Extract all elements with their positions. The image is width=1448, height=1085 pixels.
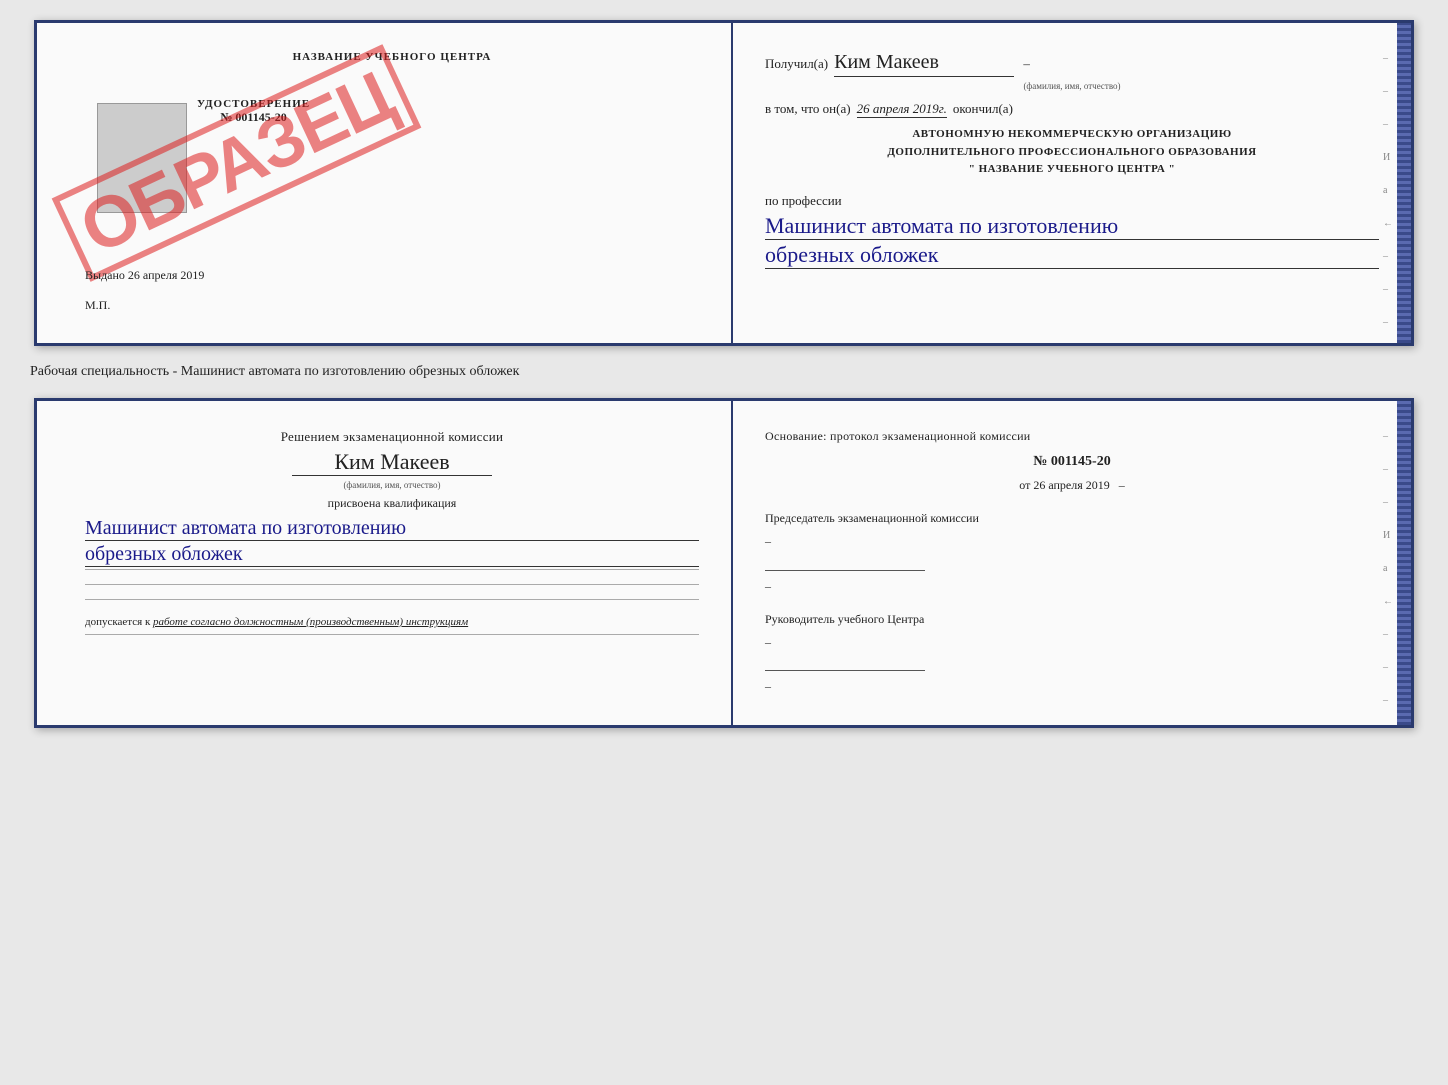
- separator4: [85, 634, 699, 635]
- separator2: [85, 584, 699, 585]
- bottom-name: Ким Макеев: [292, 449, 492, 476]
- certificate-block: УДОСТОВЕРЕНИЕ № 001145-20: [197, 98, 310, 125]
- completion-date: 26 апреля 2019г.: [857, 101, 947, 118]
- osnovanie-text: Основание: протокол экзаменационной коми…: [765, 429, 1379, 444]
- between-label: Рабочая специальность - Машинист автомат…: [20, 364, 519, 380]
- org-line2: ДОПОЛНИТЕЛЬНОГО ПРОФЕССИОНАЛЬНОГО ОБРАЗО…: [765, 144, 1379, 162]
- prisvoena-label: присвоена квалификация: [85, 496, 699, 511]
- vydano-line: Выдано 26 апреля 2019: [85, 268, 204, 283]
- rukovoditel-signature-line: [765, 653, 925, 671]
- resheniyem-text: Решением экзаменационной комиссии: [85, 429, 699, 445]
- bottom-right-panel: –––Иа←––– Основание: протокол экзаменаци…: [733, 401, 1411, 725]
- v-tom-line: в том, что он(а) 26 апреля 2019г. окончи…: [765, 101, 1379, 118]
- rukovoditel-label: Руководитель учебного Центра: [765, 610, 1379, 629]
- separator1: [85, 569, 699, 570]
- ot-date-value: 26 апреля 2019: [1033, 478, 1109, 492]
- top-left-panel: НАЗВАНИЕ УЧЕБНОГО ЦЕНТРА УДОСТОВЕРЕНИЕ №…: [37, 23, 733, 343]
- ot-date: от 26 апреля 2019 –: [765, 478, 1379, 493]
- separator3: [85, 599, 699, 600]
- profession-line1: Машинист автомата по изготовлению: [765, 213, 1379, 240]
- dopusk-italic: работе согласно должностным (производств…: [153, 616, 468, 628]
- bottom-left-panel: Решением экзаменационной комиссии Ким Ма…: [37, 401, 733, 725]
- vydano-label: Выдано: [85, 268, 125, 282]
- v-tom-prefix: в том, что он(а): [765, 101, 851, 117]
- kvalif-line1: Машинист автомата по изготовлению: [85, 517, 699, 541]
- top-left-title: НАЗВАНИЕ УЧЕБНОГО ЦЕНТРА: [85, 51, 699, 63]
- mp-label: М.П.: [85, 298, 110, 313]
- top-right-panel: –––Иа←––– Получил(а) Ким Макеев – (фамил…: [733, 23, 1411, 343]
- fio-sub-bottom: (фамилия, имя, отчество): [85, 480, 699, 490]
- cert-number: № 001145-20: [197, 110, 310, 125]
- spine-decoration-right-2: [1397, 401, 1411, 725]
- cert-label: УДОСТОВЕРЕНИЕ: [197, 98, 310, 110]
- org-line3: " НАЗВАНИЕ УЧЕБНОГО ЦЕНТРА ": [765, 161, 1379, 179]
- predsedatel-label: Председатель экзаменационной комиссии: [765, 509, 1379, 528]
- po-professii-label: по профессии: [765, 193, 1379, 209]
- top-document: НАЗВАНИЕ УЧЕБНОГО ЦЕНТРА УДОСТОВЕРЕНИЕ №…: [34, 20, 1414, 346]
- poluchil-label: Получил(а): [765, 56, 828, 72]
- poluchil-line: Получил(а) Ким Макеев –: [765, 51, 1379, 77]
- predsedatel-signature-line: [765, 553, 925, 571]
- rukovoditel-block: Руководитель учебного Центра – –: [765, 610, 1379, 697]
- kvalif-line2: обрезных обложек: [85, 543, 699, 567]
- fio-sub-top: (фамилия, имя, отчество): [765, 81, 1379, 91]
- profession-line2: обрезных обложек: [765, 242, 1379, 269]
- photo-placeholder: [97, 103, 187, 213]
- okonchill-label: окончил(а): [953, 101, 1013, 117]
- bottom-document: Решением экзаменационной комиссии Ким Ма…: [34, 398, 1414, 728]
- vydano-date: 26 апреля 2019: [128, 268, 204, 282]
- spine-decoration-right: [1397, 23, 1411, 343]
- recipient-name: Ким Макеев: [834, 51, 1014, 77]
- ot-label: от: [1019, 478, 1030, 492]
- org-block: АВТОНОМНУЮ НЕКОММЕРЧЕСКУЮ ОРГАНИЗАЦИЮ ДО…: [765, 126, 1379, 179]
- dopusk-prefix: допускается к: [85, 616, 150, 628]
- tick-marks-top: –––Иа←–––: [1383, 53, 1393, 328]
- tick-marks-bottom: –––Иа←–––: [1383, 431, 1393, 706]
- dopuskaetsya-block: допускается к работе согласно должностны…: [85, 616, 699, 628]
- protocol-number: № 001145-20: [765, 454, 1379, 470]
- org-line1: АВТОНОМНУЮ НЕКОММЕРЧЕСКУЮ ОРГАНИЗАЦИЮ: [765, 126, 1379, 144]
- predsedatel-block: Председатель экзаменационной комиссии – …: [765, 509, 1379, 596]
